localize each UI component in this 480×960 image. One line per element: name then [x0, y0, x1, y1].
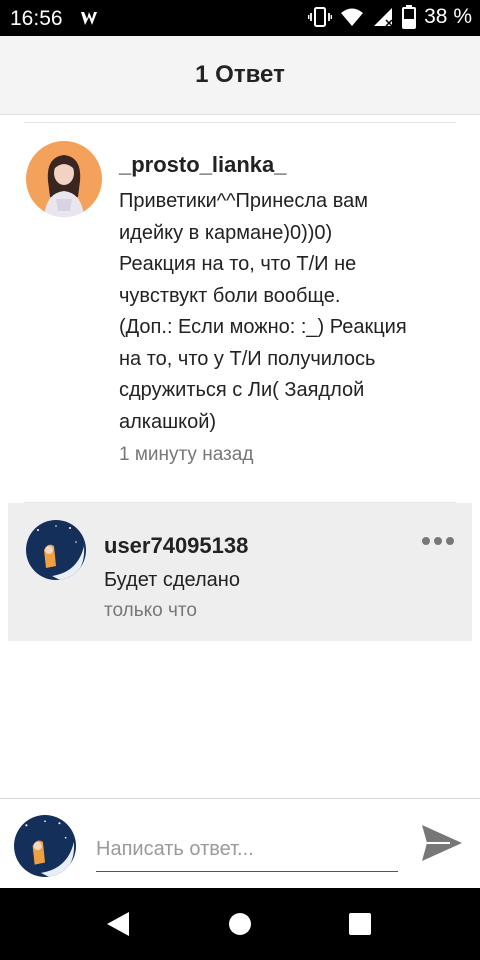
- vibrate-icon: [308, 6, 333, 28]
- wattpad-logo-icon: [80, 9, 104, 32]
- more-options-button[interactable]: [422, 537, 454, 545]
- home-icon[interactable]: [229, 913, 251, 935]
- reply-input[interactable]: [96, 827, 398, 872]
- comment-username[interactable]: _prosto_lianka_: [119, 152, 287, 178]
- divider: [24, 122, 456, 123]
- comment-text: Приветики^^Принесла вам идейку в кармане…: [119, 190, 407, 433]
- reply-username[interactable]: user74095138: [104, 533, 248, 559]
- battery-icon: [402, 5, 417, 29]
- compose-bar: [0, 798, 480, 889]
- avatar[interactable]: [26, 141, 102, 217]
- header: 1 Ответ: [0, 36, 480, 115]
- battery-percent: 38 %: [424, 5, 472, 28]
- send-icon[interactable]: [420, 821, 464, 870]
- recents-icon[interactable]: [349, 913, 371, 935]
- back-icon[interactable]: [107, 912, 129, 941]
- avatar: [14, 815, 76, 877]
- wifi-icon: [340, 6, 364, 28]
- dot-icon: [422, 537, 430, 545]
- status-bar: 16:56 38 %: [0, 0, 480, 36]
- dot-icon: [434, 537, 442, 545]
- avatar[interactable]: [26, 520, 86, 580]
- status-time: 16:56: [10, 7, 63, 30]
- dot-icon: [446, 537, 454, 545]
- signal-icon: [372, 6, 394, 28]
- status-icons: 38 %: [308, 5, 472, 29]
- page-title: 1 Ответ: [195, 61, 285, 88]
- reply-text: Будет сделано: [104, 569, 240, 591]
- reply-item: user74095138 Будет сделано только что: [8, 503, 472, 641]
- navigation-bar: [0, 888, 480, 960]
- comment-timestamp: 1 минуту назад: [119, 444, 254, 465]
- reply-timestamp: только что: [104, 600, 197, 621]
